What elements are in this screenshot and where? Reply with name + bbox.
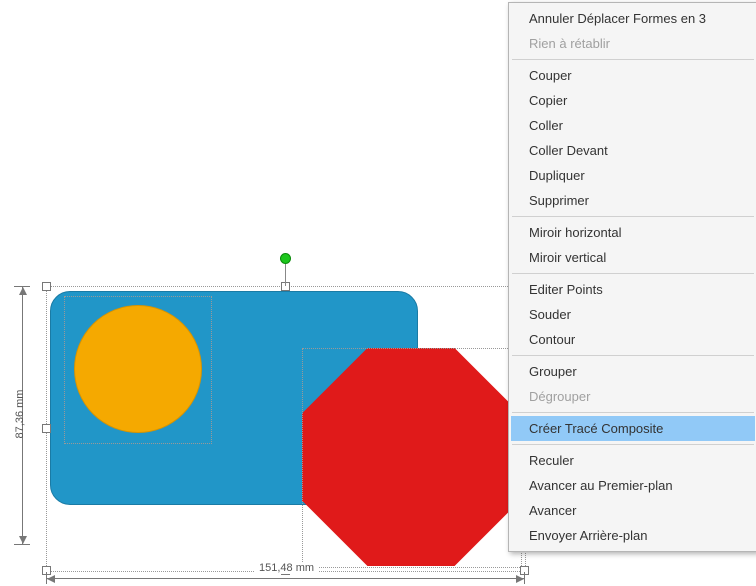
menu-separator [512, 273, 754, 274]
dim-h-arrow-right [516, 575, 524, 583]
menu-item-front[interactable]: Avancer au Premier-plan [511, 473, 755, 498]
menu-item-fwd1[interactable]: Avancer [511, 498, 755, 523]
menu-item-ungroup: Dégrouper [511, 384, 755, 409]
menu-separator [512, 412, 754, 413]
menu-separator [512, 355, 754, 356]
dim-h-cap-right [524, 572, 525, 584]
menu-item-mirrorv[interactable]: Miroir vertical [511, 245, 755, 270]
menu-item-back1[interactable]: Reculer [511, 448, 755, 473]
dim-h-line [46, 578, 524, 579]
menu-item-contour[interactable]: Contour [511, 327, 755, 352]
octagon-shape[interactable] [302, 348, 520, 566]
dim-h-label: 151,48 mm [255, 562, 318, 574]
circle-shape[interactable] [74, 305, 202, 433]
dim-v-arrow-top [19, 287, 27, 295]
menu-item-dup[interactable]: Dupliquer [511, 163, 755, 188]
menu-item-redo: Rien à rétablir [511, 31, 755, 56]
dim-v-cap-bot [14, 544, 30, 545]
dim-v-label: 87,36 mm [14, 384, 26, 444]
rotate-stem [285, 264, 286, 286]
menu-item-weld[interactable]: Souder [511, 302, 755, 327]
menu-item-editpts[interactable]: Editer Points [511, 277, 755, 302]
menu-item-mirrorh[interactable]: Miroir horizontal [511, 220, 755, 245]
dim-v-arrow-bot [19, 536, 27, 544]
menu-separator [512, 216, 754, 217]
context-menu: Annuler Déplacer Formes en 3Rien à rétab… [508, 2, 756, 552]
menu-item-undo[interactable]: Annuler Déplacer Formes en 3 [511, 6, 755, 31]
handle-nw[interactable] [42, 282, 51, 291]
menu-item-del[interactable]: Supprimer [511, 188, 755, 213]
menu-item-pastefront[interactable]: Coller Devant [511, 138, 755, 163]
menu-item-cut[interactable]: Couper [511, 63, 755, 88]
handle-n[interactable] [281, 282, 290, 291]
menu-item-back[interactable]: Envoyer Arrière-plan [511, 523, 755, 548]
menu-separator [512, 444, 754, 445]
rotate-handle[interactable] [280, 253, 291, 264]
handle-w[interactable] [42, 424, 51, 433]
menu-item-paste[interactable]: Coller [511, 113, 755, 138]
dim-h-arrow-left [47, 575, 55, 583]
menu-item-compound[interactable]: Créer Tracé Composite [511, 416, 755, 441]
menu-separator [512, 59, 754, 60]
menu-item-copy[interactable]: Copier [511, 88, 755, 113]
menu-item-group[interactable]: Grouper [511, 359, 755, 384]
